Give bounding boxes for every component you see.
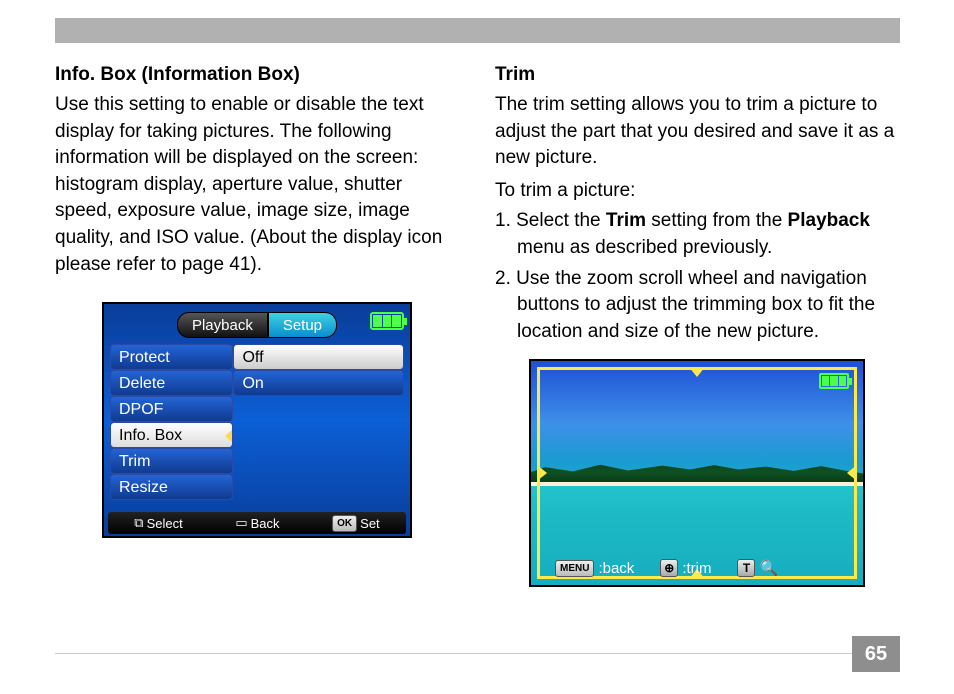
menu-left-item: DPOF — [110, 396, 233, 422]
tab-playback: Playback — [177, 312, 268, 338]
footer-back-icon: ▭ — [235, 515, 247, 531]
info-box-paragraph: Use this setting to enable or disable th… — [55, 92, 459, 278]
menu-right-item: Off — [233, 344, 404, 370]
left-column: Info. Box (Information Box) Use this set… — [55, 64, 459, 587]
page-number: 65 — [852, 636, 900, 672]
tab-setup: Setup — [268, 312, 337, 338]
footer-ok-badge: OK — [332, 515, 357, 532]
trim-footer: MENU:back ⊕:trim T🔍 — [541, 557, 853, 579]
joystick-icon: ⊕ — [660, 559, 678, 577]
trim-frame — [537, 367, 857, 579]
content-columns: Info. Box (Information Box) Use this set… — [55, 64, 900, 587]
trim-handle-right — [847, 465, 857, 481]
trim-back-label: :back — [598, 560, 634, 577]
t-icon: T — [737, 559, 755, 577]
trim-handle-left — [537, 465, 547, 481]
trim-sub: To trim a picture: — [495, 178, 899, 205]
menu-right-column: OffOn — [233, 344, 404, 508]
trim-steps: 1. Select the Trim setting from the Play… — [495, 208, 899, 345]
menu-columns: ProtectDeleteDPOFInfo. BoxTrimResize Off… — [110, 344, 404, 508]
menu-left-item: Resize — [110, 474, 233, 500]
footer-select-label: Select — [147, 516, 183, 531]
menu-left-item: Delete — [110, 370, 233, 396]
trim-heading: Trim — [495, 64, 899, 86]
footer-back-label: Back — [251, 516, 280, 531]
trim-step-1: 1. Select the Trim setting from the Play… — [495, 208, 899, 261]
trim-screenshot: MENU:back ⊕:trim T🔍 — [529, 359, 865, 587]
menu-left-item: Info. Box — [110, 422, 233, 448]
header-bar — [55, 18, 900, 43]
camera-footer: ⧉ Select ▭ Back OKSet — [108, 512, 406, 534]
camera-tabs: Playback Setup — [104, 309, 410, 341]
trim-battery-icon — [819, 373, 849, 389]
trim-handle-top — [689, 367, 705, 377]
right-column: Trim The trim setting allows you to trim… — [495, 64, 899, 587]
camera-menu-screenshot: Playback Setup ProtectDeleteDPOFInfo. Bo… — [102, 302, 412, 538]
menu-left-column: ProtectDeleteDPOFInfo. BoxTrimResize — [110, 344, 233, 508]
footer-rule — [55, 653, 853, 654]
trim-step-2: 2. Use the zoom scroll wheel and navigat… — [495, 266, 899, 346]
menu-right-item: On — [233, 370, 404, 396]
menu-badge: MENU — [555, 560, 594, 577]
menu-left-item: Trim — [110, 448, 233, 474]
battery-icon — [370, 312, 404, 330]
trim-paragraph: The trim setting allows you to trim a pi… — [495, 92, 899, 172]
trim-trim-label: :trim — [682, 560, 711, 577]
footer-set-label: Set — [360, 516, 380, 531]
menu-left-item: Protect — [110, 344, 233, 370]
footer-select-icon: ⧉ — [134, 515, 143, 531]
info-box-heading: Info. Box (Information Box) — [55, 64, 459, 86]
zoom-icon: 🔍 — [759, 559, 778, 577]
